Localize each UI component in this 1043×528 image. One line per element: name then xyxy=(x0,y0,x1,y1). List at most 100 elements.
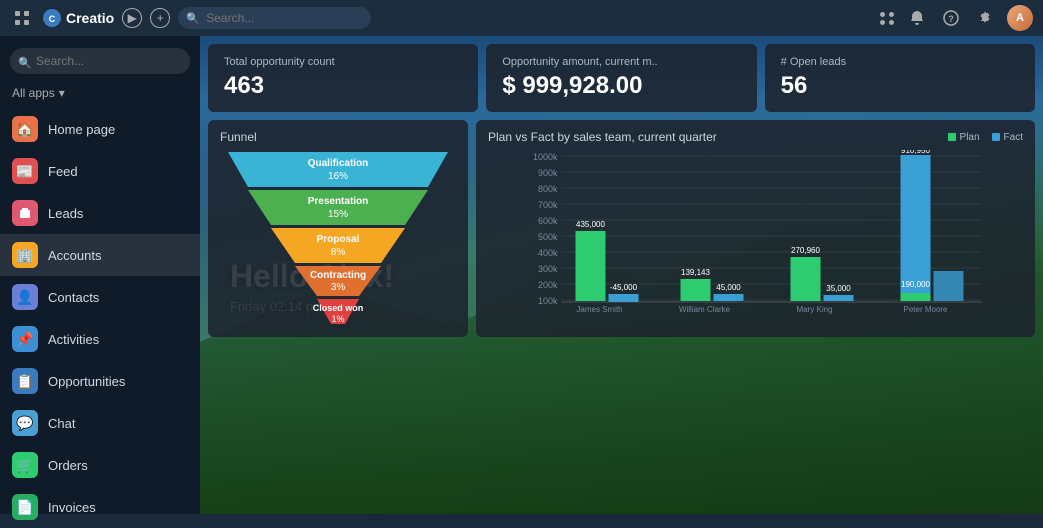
home-icon: 🏠 xyxy=(12,116,38,142)
legend-fact: Fact xyxy=(992,132,1023,143)
svg-text:300k: 300k xyxy=(538,264,558,274)
activities-icon: 📌 xyxy=(12,326,38,352)
kpi-label-2: # Open leads xyxy=(781,56,1019,68)
svg-text:Closed won: Closed won xyxy=(313,303,364,313)
svg-text:16%: 16% xyxy=(328,171,348,182)
svg-text:3%: 3% xyxy=(331,282,346,293)
topbar-logo: C Creatio xyxy=(42,8,114,28)
sidebar-label-accounts: Accounts xyxy=(48,248,101,263)
chevron-down-icon: ▾ xyxy=(59,86,65,100)
bell-icon[interactable] xyxy=(905,6,929,30)
topbar-right: ? A xyxy=(880,5,1033,31)
sidebar-search-wrap: 🔍 xyxy=(0,44,200,82)
main-layout: 🔍 All apps ▾ 🏠 Home page 📰 Feed Leads 🏢 … xyxy=(0,36,1043,514)
content-area: Hello Alex! Friday 02:14 p.m. Total oppo… xyxy=(200,36,1043,514)
logo-text: Creatio xyxy=(66,10,114,26)
svg-text:Proposal: Proposal xyxy=(317,234,360,245)
sidebar-item-orders[interactable]: 🛒 Orders xyxy=(0,444,200,486)
svg-text:435,000: 435,000 xyxy=(576,220,605,229)
kpi-card-0: Total opportunity count 463 xyxy=(208,44,478,112)
svg-text:270,960: 270,960 xyxy=(791,246,820,255)
sidebar-item-opportunities[interactable]: 📋 Opportunities xyxy=(0,360,200,402)
svg-text:Contracting: Contracting xyxy=(310,270,366,281)
kpi-label-1: Opportunity amount, current m.. xyxy=(502,56,740,68)
apps-grid-icon[interactable] xyxy=(880,12,895,25)
svg-text:910,950: 910,950 xyxy=(901,150,930,155)
accounts-icon: 🏢 xyxy=(12,242,38,268)
svg-text:900k: 900k xyxy=(538,168,558,178)
sidebar-label-contacts: Contacts xyxy=(48,290,99,305)
sidebar-section-label-text: All apps xyxy=(12,86,55,100)
kpi-card-1: Opportunity amount, current m.. $ 999,92… xyxy=(486,44,756,112)
svg-text:?: ? xyxy=(948,14,954,24)
sidebar-label-feed: Feed xyxy=(48,164,78,179)
svg-text:-45,000: -45,000 xyxy=(610,283,638,292)
svg-text:Qualification: Qualification xyxy=(308,158,369,169)
charts-row: Funnel Qualification 16% Presentation 15… xyxy=(208,120,1035,337)
svg-text:1000k: 1000k xyxy=(533,152,558,162)
svg-text:8%: 8% xyxy=(331,247,346,258)
legend-fact-label: Fact xyxy=(1004,132,1023,143)
topbar: C Creatio ▶ + 🔍 ? A xyxy=(0,0,1043,36)
svg-text:400k: 400k xyxy=(538,248,558,258)
play-button[interactable]: ▶ xyxy=(122,8,142,28)
funnel-card: Funnel Qualification 16% Presentation 15… xyxy=(208,120,468,337)
plus-button[interactable]: + xyxy=(150,8,170,28)
sidebar-item-feed[interactable]: 📰 Feed xyxy=(0,150,200,192)
topbar-search-wrap: 🔍 xyxy=(178,7,371,29)
sidebar-item-invoices[interactable]: 📄 Invoices xyxy=(0,486,200,528)
invoices-icon: 📄 xyxy=(12,494,38,520)
sidebar-item-activities[interactable]: 📌 Activities xyxy=(0,318,200,360)
topbar-search-input[interactable] xyxy=(178,7,371,29)
sidebar-item-leads[interactable]: Leads xyxy=(0,192,200,234)
chat-icon: 💬 xyxy=(12,410,38,436)
sidebar-section-all-apps[interactable]: All apps ▾ xyxy=(0,82,200,104)
svg-text:800k: 800k xyxy=(538,184,558,194)
sidebar-item-contacts[interactable]: 👤 Contacts xyxy=(0,276,200,318)
sidebar-label-chat: Chat xyxy=(48,416,75,431)
svg-text:Presentation: Presentation xyxy=(308,196,369,207)
sidebar-search-input[interactable] xyxy=(10,48,190,74)
kpi-label-0: Total opportunity count xyxy=(224,56,462,68)
settings-icon[interactable] xyxy=(973,6,997,30)
leads-icon xyxy=(12,200,38,226)
grid-icon[interactable] xyxy=(10,6,34,30)
svg-text:45,000: 45,000 xyxy=(716,283,741,292)
svg-text:139,143: 139,143 xyxy=(681,268,710,277)
sidebar-item-chat[interactable]: 💬 Chat xyxy=(0,402,200,444)
contacts-icon: 👤 xyxy=(12,284,38,310)
sidebar-item-accounts[interactable]: 🏢 Accounts xyxy=(0,234,200,276)
bar-chart-card: Plan vs Fact by sales team, current quar… xyxy=(476,120,1035,337)
svg-text:700k: 700k xyxy=(538,200,558,210)
sidebar-label-activities: Activities xyxy=(48,332,99,347)
funnel-title: Funnel xyxy=(220,130,456,144)
svg-text:Peter Moore: Peter Moore xyxy=(903,305,948,314)
svg-text:1%: 1% xyxy=(331,314,344,324)
help-icon[interactable]: ? xyxy=(939,6,963,30)
kpi-row: Total opportunity count 463 Opportunity … xyxy=(208,44,1035,112)
svg-text:500k: 500k xyxy=(538,232,558,242)
svg-text:C: C xyxy=(49,14,56,24)
opportunities-icon: 📋 xyxy=(12,368,38,394)
sidebar-item-home-page[interactable]: 🏠 Home page xyxy=(0,108,200,150)
sidebar-label-orders: Orders xyxy=(48,458,88,473)
sidebar-label-opportunities: Opportunities xyxy=(48,374,125,389)
svg-text:Mary King: Mary King xyxy=(796,305,832,314)
bar-chart-legend: Plan Fact xyxy=(948,132,1023,143)
orders-icon: 🛒 xyxy=(12,452,38,478)
legend-fact-dot xyxy=(992,133,1000,141)
bar-chart-title: Plan vs Fact by sales team, current quar… xyxy=(488,130,717,144)
svg-text:200k: 200k xyxy=(538,280,558,290)
svg-text:100k: 100k xyxy=(538,296,558,306)
sidebar-label-leads: Leads xyxy=(48,206,83,221)
kpi-value-1: $ 999,928.00 xyxy=(502,72,740,100)
legend-plan: Plan xyxy=(948,132,980,143)
svg-text:15%: 15% xyxy=(328,209,348,220)
svg-text:35,000: 35,000 xyxy=(826,284,851,293)
sidebar-search-icon: 🔍 xyxy=(18,57,32,70)
user-avatar[interactable]: A xyxy=(1007,5,1033,31)
feed-icon: 📰 xyxy=(12,158,38,184)
svg-text:190,000: 190,000 xyxy=(901,280,930,289)
svg-text:600k: 600k xyxy=(538,216,558,226)
sidebar: 🔍 All apps ▾ 🏠 Home page 📰 Feed Leads 🏢 … xyxy=(0,36,200,514)
